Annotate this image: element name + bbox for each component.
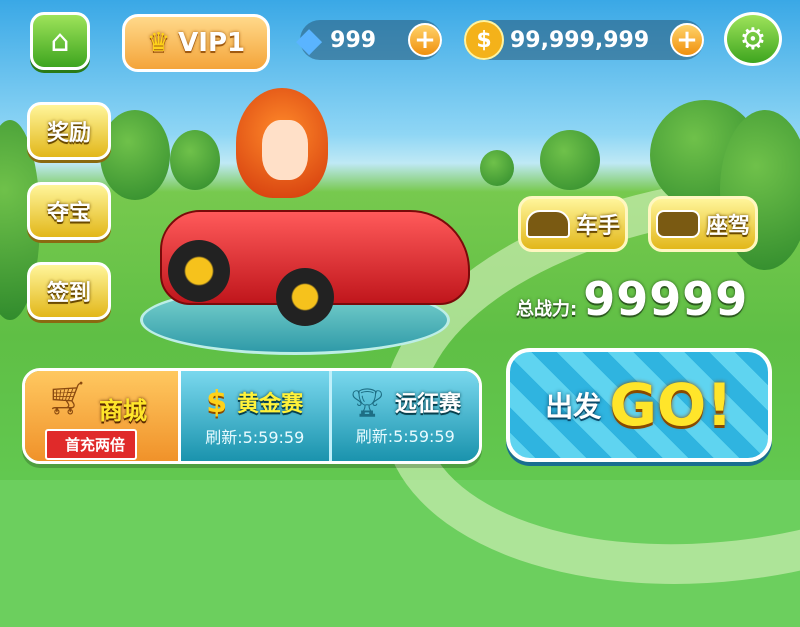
shop-label: 商城 bbox=[99, 397, 147, 425]
driver-button[interactable]: 车手 bbox=[518, 196, 628, 252]
add-coins-button[interactable]: + bbox=[670, 23, 704, 57]
tree bbox=[480, 150, 514, 186]
gem-icon: ◆ bbox=[296, 20, 323, 60]
kart-button[interactable]: 座驾 bbox=[648, 196, 758, 252]
dollar-icon: $ bbox=[206, 384, 228, 420]
combat-power: 总战力: 99999 bbox=[516, 272, 748, 326]
gems-value: 999 bbox=[330, 27, 377, 53]
reward-button[interactable]: 奖励 bbox=[27, 102, 111, 160]
home-button[interactable]: ⌂ bbox=[30, 12, 90, 70]
cart-icon: 🛒︎ bbox=[47, 379, 88, 417]
bottom-menu: 🛒︎ 商城 首充两倍 $ 黄金赛 刷新:5:59:59 🏆︎ 远征赛 刷新:5:59… bbox=[22, 368, 482, 464]
settings-button[interactable]: ⚙ bbox=[724, 12, 782, 66]
signin-button[interactable]: 签到 bbox=[27, 262, 111, 320]
home-icon: ⌂ bbox=[50, 23, 70, 59]
power-label: 总战力: bbox=[516, 299, 578, 320]
gear-icon: ⚙ bbox=[739, 21, 767, 57]
car-icon bbox=[655, 210, 700, 238]
go-prefix: 出发 bbox=[545, 390, 602, 423]
shop-button[interactable]: 🛒︎ 商城 首充两倍 bbox=[25, 371, 181, 461]
expedition-race-title: 远征赛 bbox=[395, 392, 462, 417]
expedition-race-refresh: 刷新:5:59:59 bbox=[355, 426, 455, 446]
add-gems-button[interactable]: + bbox=[408, 23, 442, 57]
crown-icon: ♛ bbox=[146, 28, 171, 58]
treasure-button[interactable]: 夺宝 bbox=[27, 182, 111, 240]
character-face bbox=[262, 120, 308, 180]
driver-label: 车手 bbox=[575, 214, 620, 239]
power-value: 99999 bbox=[583, 272, 749, 326]
kart-wheel bbox=[168, 240, 230, 302]
coin-icon: $ bbox=[464, 20, 504, 60]
kart-label: 座驾 bbox=[705, 214, 750, 239]
vip-label: VIP1 bbox=[178, 28, 246, 58]
coins-counter: $ 99,999,999 + bbox=[464, 20, 704, 60]
tree bbox=[170, 130, 220, 190]
shop-tag: 首充两倍 bbox=[45, 429, 138, 460]
helmet-icon bbox=[525, 210, 570, 238]
vip-button[interactable]: ♛ VIP1 bbox=[122, 14, 270, 72]
kart-wheel bbox=[276, 268, 334, 326]
gold-race-refresh: 刷新:5:59:59 bbox=[205, 427, 305, 447]
coins-value: 99,999,999 bbox=[510, 27, 650, 53]
gold-race-title: 黄金赛 bbox=[237, 392, 304, 417]
gold-race-button[interactable]: $ 黄金赛 刷新:5:59:59 bbox=[181, 371, 329, 461]
trophy-icon: 🏆︎ bbox=[349, 385, 386, 419]
gems-counter: ◆ 999 + bbox=[296, 20, 442, 60]
expedition-race-button[interactable]: 🏆︎ 远征赛 刷新:5:59:59 bbox=[328, 371, 479, 461]
tree bbox=[540, 130, 600, 190]
go-button[interactable]: 出发 GO! bbox=[506, 348, 772, 462]
go-label: GO! bbox=[609, 371, 733, 439]
